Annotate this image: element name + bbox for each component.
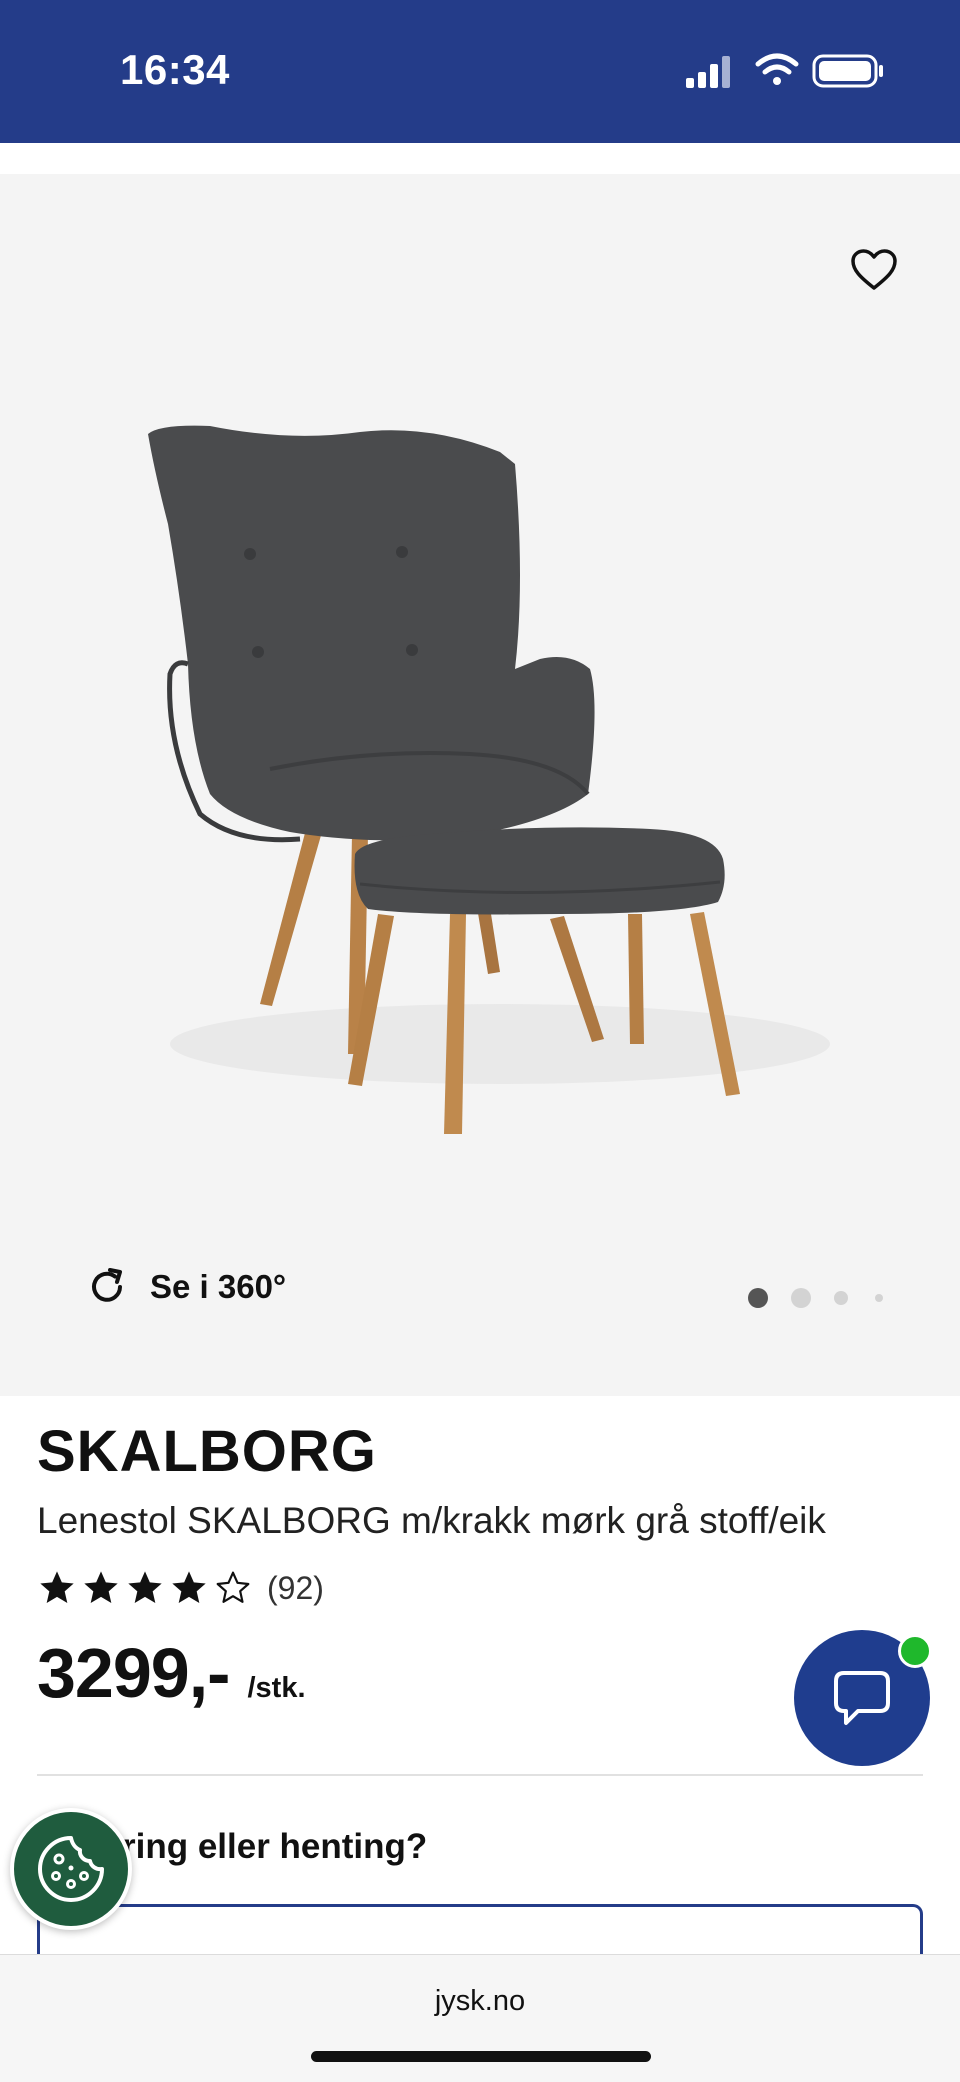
price-unit: /stk.: [247, 1672, 306, 1704]
price: 3299,-: [37, 1634, 230, 1712]
pager-dot-1[interactable]: [748, 1288, 768, 1308]
chat-button[interactable]: [794, 1630, 932, 1766]
status-icons: [686, 50, 890, 92]
price-row: 3299,- /stk.: [37, 1633, 306, 1713]
star-empty-icon: [216, 1571, 250, 1603]
home-indicator[interactable]: [311, 2051, 651, 2062]
signal-bars-icon: [686, 56, 730, 88]
browser-bar: jysk.no: [0, 1954, 960, 2082]
rating-stars: [37, 1568, 253, 1608]
view-360-label: Se i 360°: [150, 1268, 287, 1305]
battery-icon: [812, 54, 883, 88]
product-gallery[interactable]: Se i 360°: [0, 174, 960, 1396]
review-count[interactable]: (92): [267, 1570, 324, 1607]
status-bar: 16:34: [0, 0, 960, 143]
pager-dot-2[interactable]: [791, 1288, 811, 1308]
wifi-icon: [755, 53, 799, 85]
star-filled-icon: [128, 1571, 162, 1603]
status-time: 16:34: [120, 46, 230, 93]
star-filled-icon: [40, 1571, 74, 1603]
pager-dot-3[interactable]: [834, 1291, 848, 1305]
pager-dot-4[interactable]: [875, 1294, 883, 1302]
url-label[interactable]: jysk.no: [0, 1985, 960, 2018]
cookie-settings-button[interactable]: [10, 1808, 132, 1930]
product-image: [148, 425, 830, 1134]
product-title: Lenestol SKALBORG m/krakk mørk grå stoff…: [37, 1500, 826, 1541]
online-indicator: [898, 1634, 932, 1668]
heart-outline-icon: [851, 249, 897, 290]
view-360-button[interactable]: Se i 360°: [86, 1259, 286, 1315]
rating[interactable]: (92): [37, 1565, 324, 1611]
brand-name: SKALBORG: [37, 1419, 377, 1484]
star-filled-icon: [84, 1571, 118, 1603]
cookie-icon: [38, 1836, 104, 1902]
divider: [37, 1774, 923, 1776]
delivery-question: ring eller henting?: [122, 1827, 428, 1866]
wishlist-button[interactable]: [846, 242, 902, 298]
rotate-icon: [92, 1268, 122, 1302]
image-pager[interactable]: [748, 1286, 883, 1310]
chat-bubble-icon: [834, 1671, 890, 1725]
star-filled-icon: [172, 1571, 206, 1603]
